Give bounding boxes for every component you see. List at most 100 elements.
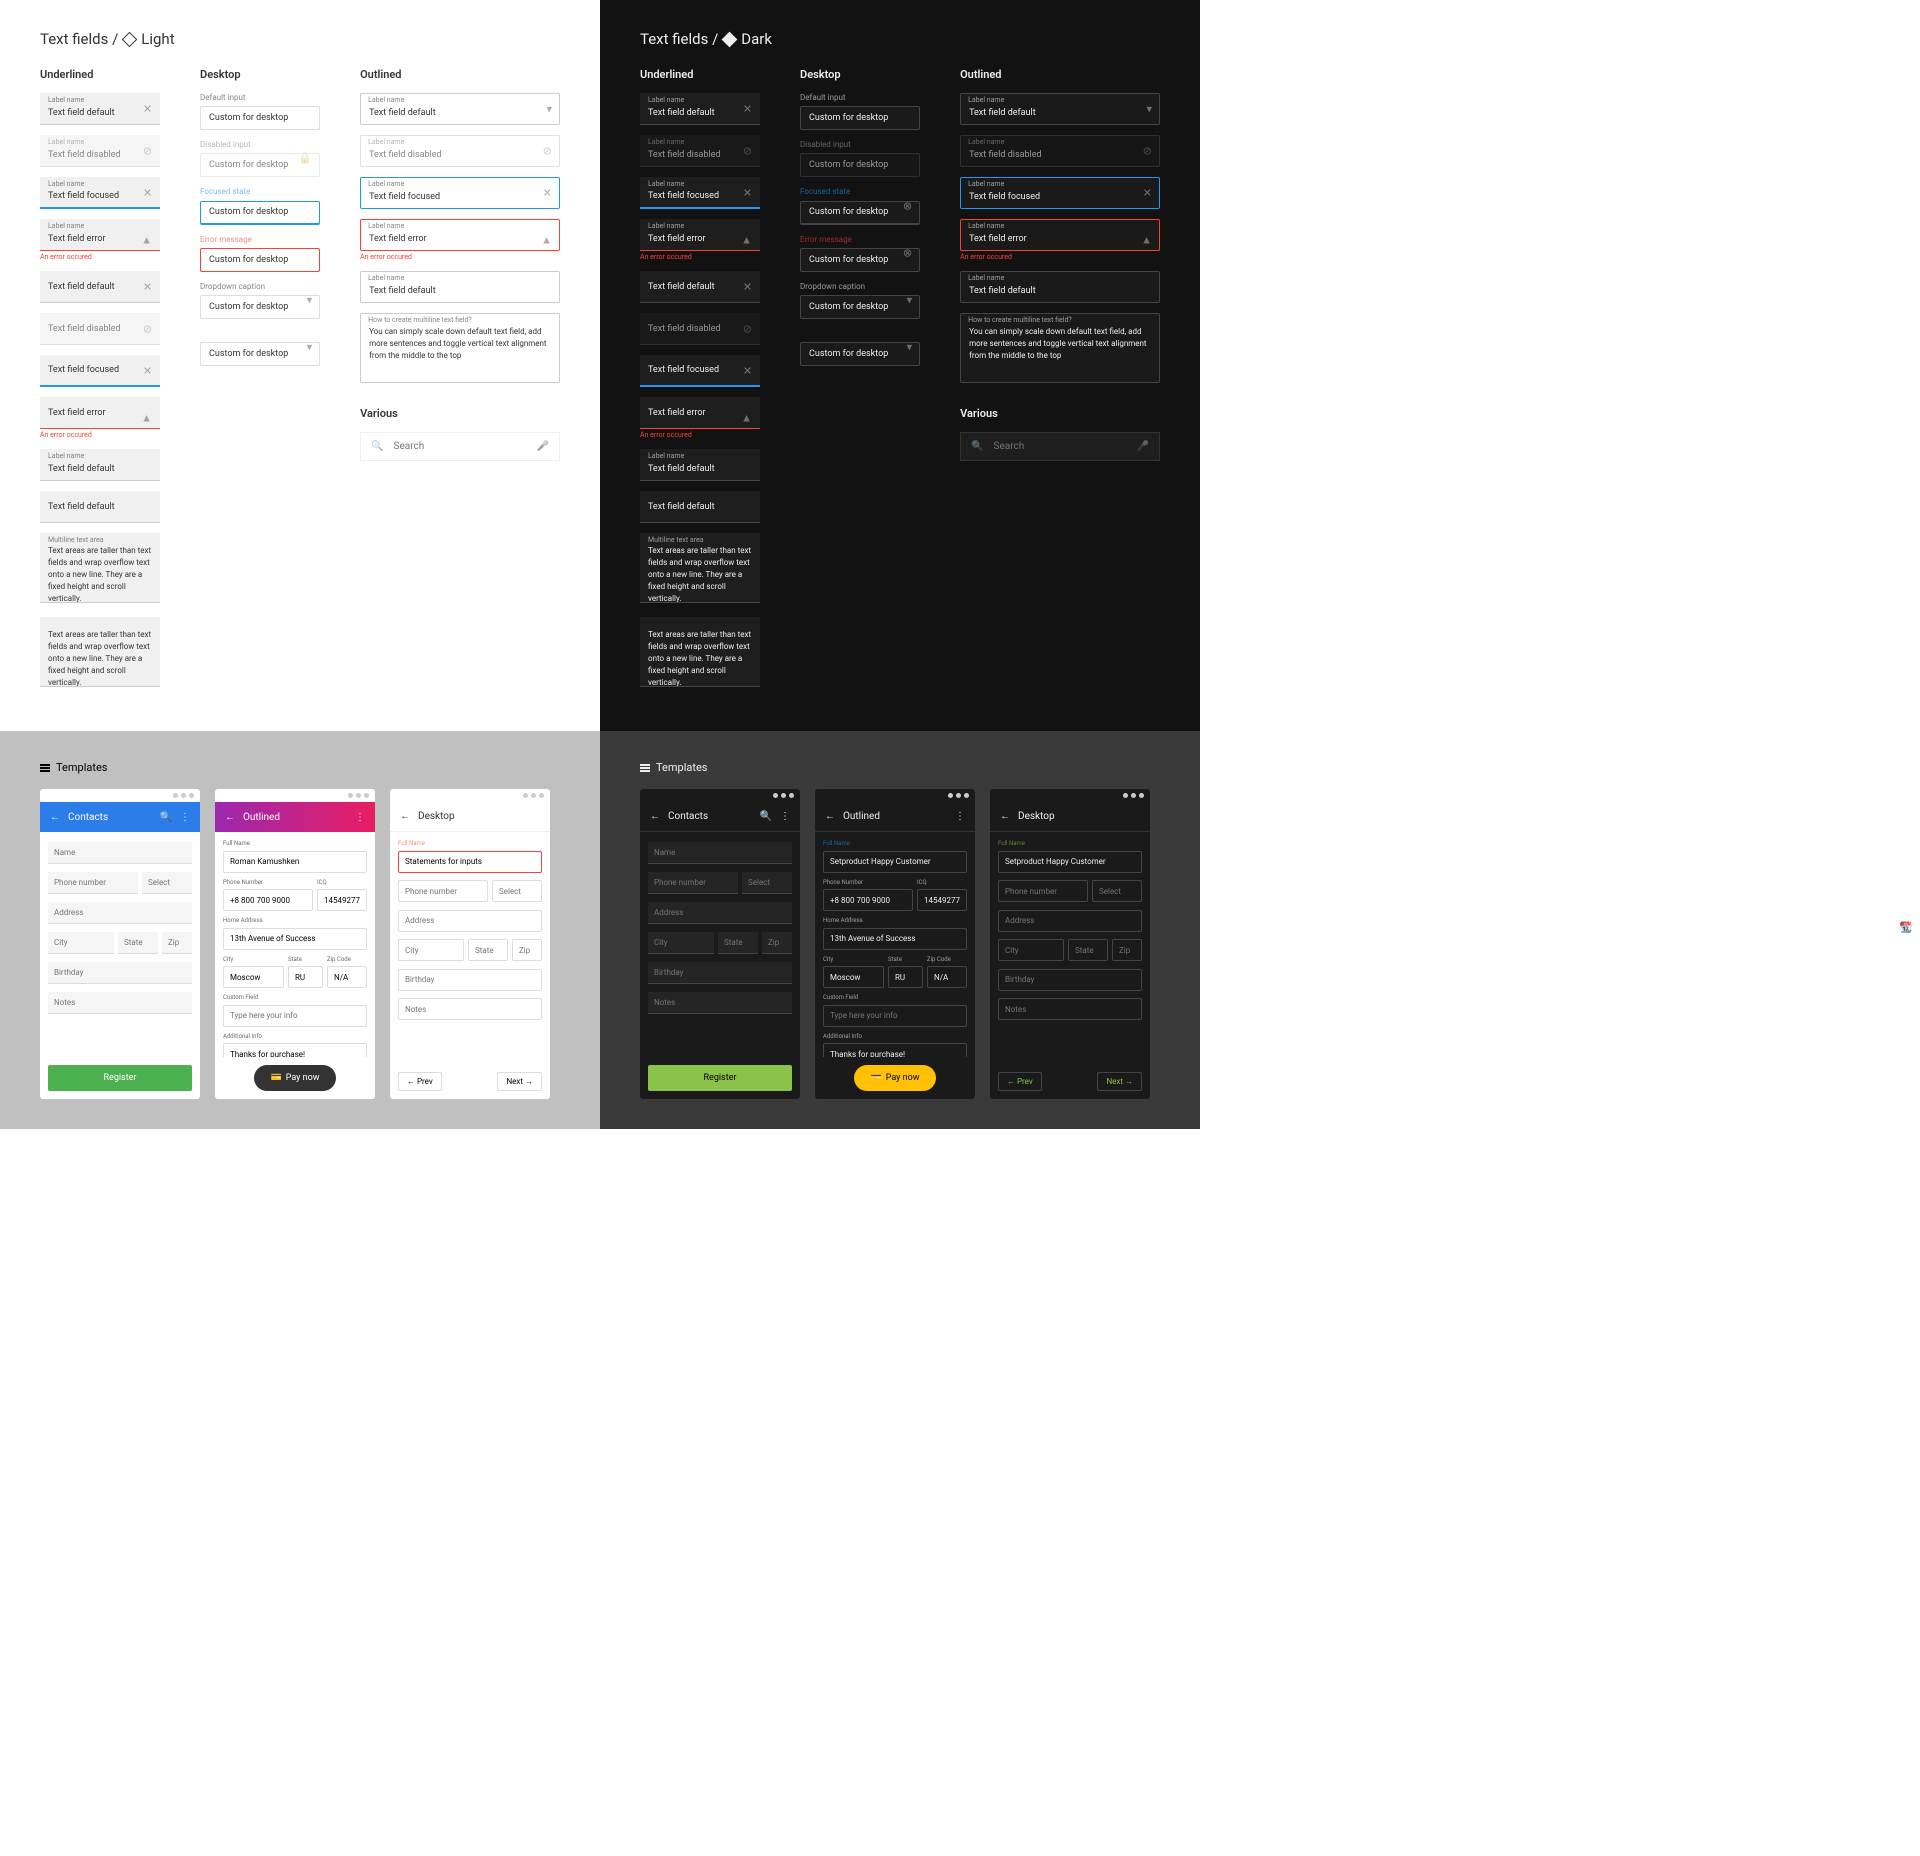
more-icon[interactable]: ⋮ (180, 812, 190, 823)
chevron-down-icon[interactable]: ▾ (307, 340, 313, 353)
clear-icon[interactable]: ✕ (743, 365, 752, 378)
clear-icon[interactable]: ✕ (143, 281, 152, 294)
d-next-button[interactable]: Next → (1097, 1072, 1142, 1091)
notes-input[interactable] (48, 992, 192, 1014)
dt-dropdown2[interactable] (200, 342, 320, 366)
d-custom2[interactable] (823, 1005, 967, 1027)
clear-icon[interactable]: ✕ (743, 103, 752, 116)
clear-icon[interactable]: ✕ (1143, 187, 1152, 200)
back-icon[interactable]: ← (225, 812, 235, 823)
prev-button[interactable]: ← Prev (398, 1072, 442, 1091)
clear-icon[interactable]: ⊗ (903, 199, 912, 212)
address-input[interactable] (48, 902, 192, 924)
d-zip3[interactable] (1112, 939, 1142, 961)
d-zip2[interactable] (927, 966, 967, 988)
zip2[interactable] (327, 966, 367, 988)
search-field[interactable]: 🔍🎤 (360, 432, 560, 461)
dt-dropdown[interactable] (200, 295, 320, 319)
search-icon[interactable]: 🔍 (760, 811, 772, 822)
state-input[interactable] (118, 932, 158, 954)
chevron-down-icon[interactable]: ▾ (1146, 103, 1152, 116)
city-input[interactable] (48, 932, 114, 954)
d-addr3[interactable] (998, 910, 1142, 932)
select-input[interactable] (142, 872, 192, 894)
mic-icon[interactable]: 🎤 (537, 441, 549, 452)
d-prev-button[interactable]: ← Prev (998, 1072, 1042, 1091)
chevron-down-icon[interactable]: ▾ (907, 340, 913, 353)
more-icon[interactable]: ⋮ (780, 811, 790, 822)
d-name[interactable] (648, 842, 792, 864)
state2[interactable] (288, 966, 323, 988)
register-button[interactable]: Register (48, 1065, 192, 1091)
mic-icon[interactable]: 🎤 (1137, 441, 1149, 452)
clear-icon[interactable]: ✕ (743, 281, 752, 294)
back-icon[interactable]: ← (1000, 811, 1010, 822)
clear-icon[interactable]: ✕ (143, 365, 152, 378)
back-icon[interactable]: ← (400, 811, 410, 822)
tf-default3[interactable] (40, 491, 160, 523)
city3[interactable] (398, 939, 464, 961)
chevron-down-icon[interactable]: ▾ (907, 293, 913, 306)
d-notes[interactable] (648, 992, 792, 1014)
state3[interactable] (468, 939, 508, 961)
d-tf-default3[interactable] (640, 491, 760, 523)
clear-icon[interactable]: ✕ (743, 187, 752, 200)
d-select3[interactable] (1092, 880, 1142, 902)
d-city2[interactable] (823, 966, 884, 988)
more-icon[interactable]: ⋮ (355, 812, 365, 823)
d-addr2[interactable] (823, 928, 967, 950)
select3[interactable] (492, 880, 542, 902)
d-textarea-nolabel[interactable] (640, 617, 760, 687)
bday3[interactable] (398, 969, 542, 991)
d-paynow-button[interactable]: 💳Pay now (854, 1065, 935, 1091)
d-bday3[interactable] (998, 969, 1142, 991)
clear-icon[interactable]: ⊗ (903, 246, 912, 259)
zip3[interactable] (512, 939, 542, 961)
dt-default[interactable] (200, 106, 320, 130)
d-phone[interactable] (648, 872, 738, 894)
clear-icon[interactable]: ✕ (543, 187, 552, 200)
d-state3[interactable] (1068, 939, 1108, 961)
addinfo-input[interactable] (223, 1043, 367, 1057)
d-addinfo2[interactable] (823, 1043, 967, 1057)
back-icon[interactable]: ← (825, 811, 835, 822)
chevron-down-icon[interactable]: ▾ (546, 103, 552, 116)
clear-icon[interactable]: ✕ (143, 187, 152, 200)
d-dt-dropdown[interactable] (800, 295, 920, 319)
d-city3[interactable] (998, 939, 1064, 961)
addr3[interactable] (398, 910, 542, 932)
d-icq2[interactable] (917, 889, 967, 911)
notes3[interactable] (398, 998, 542, 1020)
d-search-input[interactable] (994, 441, 1127, 452)
icq-input[interactable] (317, 889, 367, 911)
d-notes3[interactable] (998, 998, 1142, 1020)
d-city[interactable] (648, 932, 714, 954)
addr-input[interactable] (223, 928, 367, 950)
fullname-input[interactable] (223, 851, 367, 873)
city2[interactable] (223, 966, 284, 988)
more-icon[interactable]: ⋮ (955, 811, 965, 822)
phone-input[interactable] (48, 872, 138, 894)
d-fullname3[interactable] (998, 851, 1142, 873)
d-bday[interactable] (648, 962, 792, 984)
dt-error[interactable] (200, 248, 320, 272)
dt-focused[interactable] (200, 201, 320, 225)
d-fullname2[interactable] (823, 851, 967, 873)
name-input[interactable] (48, 842, 192, 864)
fullname3[interactable] (398, 851, 542, 873)
d-select[interactable] (742, 872, 792, 894)
search-icon[interactable]: 🔍 (160, 812, 172, 823)
d-register-button[interactable]: Register (648, 1065, 792, 1091)
custom-input[interactable] (223, 1005, 367, 1027)
d-state2[interactable] (888, 966, 923, 988)
zip-input[interactable] (162, 932, 192, 954)
clear-icon[interactable]: ✕ (143, 103, 152, 116)
d-search-field[interactable]: 🔍🎤 (960, 432, 1160, 461)
back-icon[interactable]: ← (50, 812, 60, 823)
back-icon[interactable]: ← (650, 811, 660, 822)
d-dt-dropdown2[interactable] (800, 342, 920, 366)
search-input[interactable] (394, 441, 527, 452)
paynow-button[interactable]: 💳Pay now (254, 1065, 335, 1091)
chevron-down-icon[interactable]: ▾ (307, 293, 313, 306)
d-dt-default[interactable] (800, 106, 920, 130)
